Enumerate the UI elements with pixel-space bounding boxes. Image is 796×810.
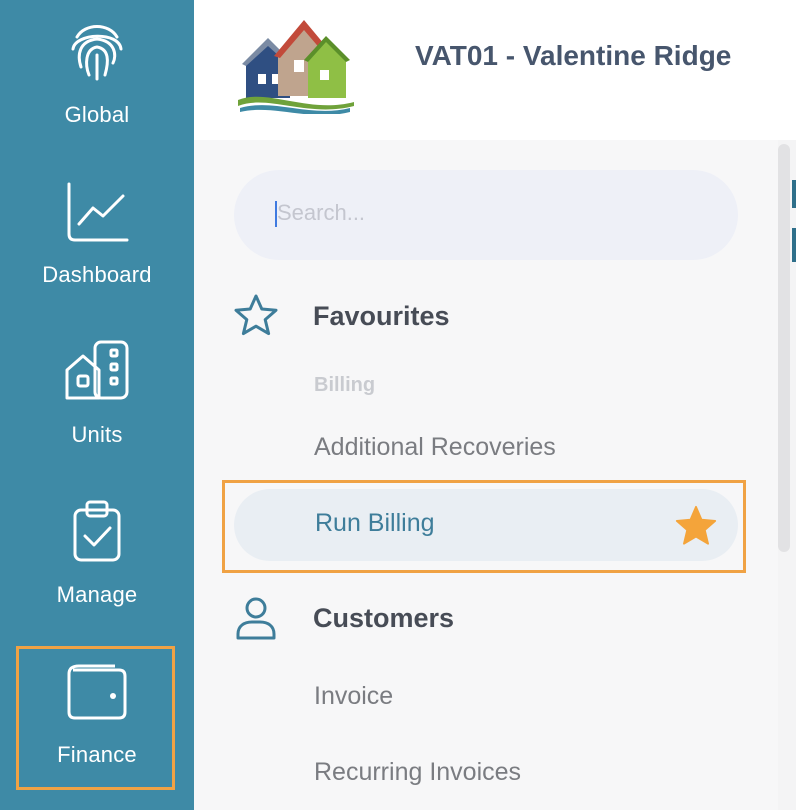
main-rail: Global Dashboard Units Manage Finance [0,0,194,810]
rail-label-units: Units [71,422,123,447]
rail-item-dashboard[interactable]: Dashboard [0,160,194,320]
run-billing-highlight-frame [222,480,746,573]
header-bar: VAT01 - Valentine Ridge [194,0,796,140]
rail-item-manage[interactable]: Manage [0,480,194,640]
billing-group-label: Billing [314,374,376,396]
content-edge-marker [792,180,796,208]
rail-label-manage: Manage [56,582,138,607]
user-icon [236,597,276,640]
additional-recoveries-link[interactable]: Additional Recoveries [314,433,556,462]
line-chart-icon [67,182,129,242]
nav-scrollbar[interactable] [778,140,796,810]
finance-highlight-frame [16,646,175,790]
favourites-title: Favourites [313,301,450,331]
star-outline-icon [234,294,278,336]
customers-title: Customers [313,603,455,633]
house-logo-icon [238,20,354,114]
fingerprint-icon [71,25,123,81]
invoice-link[interactable]: Invoice [314,682,393,711]
property-title: VAT01 - Valentine Ridge [415,40,732,71]
buildings-icon [65,340,129,400]
rail-item-global[interactable]: Global [0,0,194,160]
scrollbar-thumb[interactable] [778,144,790,552]
content-edge-marker [792,228,796,262]
rail-label-global: Global [64,102,130,127]
recurring-invoices-link[interactable]: Recurring Invoices [314,758,521,787]
nav-panel: Favourites Billing Additional Recoveries… [194,140,778,810]
search-input[interactable] [277,195,697,231]
rail-item-finance[interactable]: Finance [0,640,194,800]
rail-item-units[interactable]: Units [0,320,194,480]
rail-label-dashboard: Dashboard [42,262,152,287]
clipboard-check-icon [73,500,121,562]
search-box[interactable] [234,170,738,260]
